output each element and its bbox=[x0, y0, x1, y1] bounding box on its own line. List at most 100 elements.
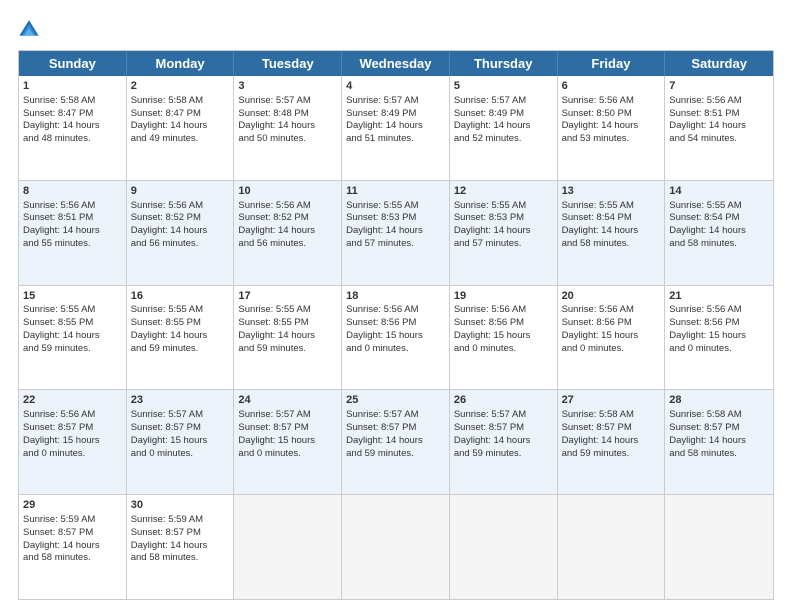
day-info-line: Sunset: 8:55 PM bbox=[238, 317, 337, 330]
day-info-line: and 59 minutes. bbox=[454, 448, 553, 461]
day-info-line: Sunrise: 5:56 AM bbox=[669, 95, 769, 108]
day-info-line: Sunrise: 5:56 AM bbox=[562, 304, 661, 317]
day-number: 3 bbox=[238, 79, 337, 94]
day-info-line: Sunrise: 5:56 AM bbox=[23, 409, 122, 422]
day-number: 20 bbox=[562, 289, 661, 304]
cal-day-empty bbox=[665, 495, 773, 599]
day-info-line: Sunrise: 5:56 AM bbox=[131, 200, 230, 213]
day-info-line: Sunrise: 5:59 AM bbox=[131, 514, 230, 527]
header-day-thursday: Thursday bbox=[450, 51, 558, 76]
day-info-line: Sunset: 8:57 PM bbox=[23, 422, 122, 435]
cal-day-5: 5Sunrise: 5:57 AMSunset: 8:49 PMDaylight… bbox=[450, 76, 558, 180]
day-info-line: Sunset: 8:49 PM bbox=[454, 108, 553, 121]
day-info-line: Sunset: 8:48 PM bbox=[238, 108, 337, 121]
day-info-line: Sunset: 8:56 PM bbox=[562, 317, 661, 330]
day-info-line: Sunrise: 5:55 AM bbox=[346, 200, 445, 213]
day-number: 15 bbox=[23, 289, 122, 304]
day-number: 28 bbox=[669, 393, 769, 408]
day-number: 12 bbox=[454, 184, 553, 199]
day-info-line: Sunset: 8:57 PM bbox=[346, 422, 445, 435]
day-info-line: and 0 minutes. bbox=[562, 343, 661, 356]
day-info-line: Sunrise: 5:55 AM bbox=[454, 200, 553, 213]
cal-day-3: 3Sunrise: 5:57 AMSunset: 8:48 PMDaylight… bbox=[234, 76, 342, 180]
day-info-line: and 0 minutes. bbox=[346, 343, 445, 356]
day-info-line: Sunrise: 5:58 AM bbox=[669, 409, 769, 422]
day-info-line: Daylight: 14 hours bbox=[562, 435, 661, 448]
day-info-line: Daylight: 14 hours bbox=[454, 225, 553, 238]
cal-week-2: 8Sunrise: 5:56 AMSunset: 8:51 PMDaylight… bbox=[19, 181, 773, 286]
day-info-line: Sunrise: 5:57 AM bbox=[454, 409, 553, 422]
day-info-line: Daylight: 14 hours bbox=[23, 120, 122, 133]
day-number: 22 bbox=[23, 393, 122, 408]
header-day-tuesday: Tuesday bbox=[234, 51, 342, 76]
day-info-line: Sunset: 8:51 PM bbox=[669, 108, 769, 121]
day-info-line: Sunset: 8:57 PM bbox=[131, 422, 230, 435]
day-info-line: Daylight: 15 hours bbox=[131, 435, 230, 448]
cal-day-17: 17Sunrise: 5:55 AMSunset: 8:55 PMDayligh… bbox=[234, 286, 342, 390]
day-info-line: and 52 minutes. bbox=[454, 133, 553, 146]
day-info-line: Sunset: 8:57 PM bbox=[454, 422, 553, 435]
day-number: 25 bbox=[346, 393, 445, 408]
cal-day-18: 18Sunrise: 5:56 AMSunset: 8:56 PMDayligh… bbox=[342, 286, 450, 390]
day-info-line: Daylight: 14 hours bbox=[669, 225, 769, 238]
day-info-line: Sunrise: 5:55 AM bbox=[669, 200, 769, 213]
day-info-line: and 59 minutes. bbox=[346, 448, 445, 461]
day-info-line: Sunset: 8:55 PM bbox=[131, 317, 230, 330]
day-info-line: Sunset: 8:52 PM bbox=[131, 212, 230, 225]
day-info-line: and 56 minutes. bbox=[238, 238, 337, 251]
day-info-line: Daylight: 14 hours bbox=[346, 120, 445, 133]
day-number: 13 bbox=[562, 184, 661, 199]
cal-day-empty bbox=[234, 495, 342, 599]
day-number: 29 bbox=[23, 498, 122, 513]
day-info-line: Daylight: 15 hours bbox=[562, 330, 661, 343]
day-info-line: and 57 minutes. bbox=[346, 238, 445, 251]
day-info-line: Sunset: 8:56 PM bbox=[454, 317, 553, 330]
cal-day-12: 12Sunrise: 5:55 AMSunset: 8:53 PMDayligh… bbox=[450, 181, 558, 285]
header bbox=[18, 18, 774, 40]
cal-day-27: 27Sunrise: 5:58 AMSunset: 8:57 PMDayligh… bbox=[558, 390, 666, 494]
day-number: 2 bbox=[131, 79, 230, 94]
day-info-line: Sunset: 8:50 PM bbox=[562, 108, 661, 121]
calendar-body: 1Sunrise: 5:58 AMSunset: 8:47 PMDaylight… bbox=[19, 76, 773, 599]
day-info-line: Sunset: 8:49 PM bbox=[346, 108, 445, 121]
cal-week-4: 22Sunrise: 5:56 AMSunset: 8:57 PMDayligh… bbox=[19, 390, 773, 495]
cal-day-10: 10Sunrise: 5:56 AMSunset: 8:52 PMDayligh… bbox=[234, 181, 342, 285]
day-info-line: Daylight: 15 hours bbox=[669, 330, 769, 343]
header-day-wednesday: Wednesday bbox=[342, 51, 450, 76]
cal-week-3: 15Sunrise: 5:55 AMSunset: 8:55 PMDayligh… bbox=[19, 286, 773, 391]
day-number: 27 bbox=[562, 393, 661, 408]
day-info-line: Sunrise: 5:56 AM bbox=[238, 200, 337, 213]
day-info-line: Sunrise: 5:58 AM bbox=[131, 95, 230, 108]
day-number: 23 bbox=[131, 393, 230, 408]
cal-day-15: 15Sunrise: 5:55 AMSunset: 8:55 PMDayligh… bbox=[19, 286, 127, 390]
day-info-line: Sunset: 8:54 PM bbox=[669, 212, 769, 225]
day-info-line: and 59 minutes. bbox=[23, 343, 122, 356]
day-info-line: and 48 minutes. bbox=[23, 133, 122, 146]
day-info-line: and 49 minutes. bbox=[131, 133, 230, 146]
day-number: 4 bbox=[346, 79, 445, 94]
day-number: 24 bbox=[238, 393, 337, 408]
cal-day-9: 9Sunrise: 5:56 AMSunset: 8:52 PMDaylight… bbox=[127, 181, 235, 285]
cal-day-24: 24Sunrise: 5:57 AMSunset: 8:57 PMDayligh… bbox=[234, 390, 342, 494]
cal-day-30: 30Sunrise: 5:59 AMSunset: 8:57 PMDayligh… bbox=[127, 495, 235, 599]
day-info-line: Sunrise: 5:58 AM bbox=[562, 409, 661, 422]
day-info-line: Sunset: 8:52 PM bbox=[238, 212, 337, 225]
cal-day-4: 4Sunrise: 5:57 AMSunset: 8:49 PMDaylight… bbox=[342, 76, 450, 180]
day-info-line: Daylight: 14 hours bbox=[346, 225, 445, 238]
day-number: 10 bbox=[238, 184, 337, 199]
day-info-line: Sunset: 8:47 PM bbox=[131, 108, 230, 121]
day-info-line: Sunrise: 5:55 AM bbox=[131, 304, 230, 317]
day-info-line: Sunset: 8:51 PM bbox=[23, 212, 122, 225]
cal-day-empty bbox=[342, 495, 450, 599]
cal-day-1: 1Sunrise: 5:58 AMSunset: 8:47 PMDaylight… bbox=[19, 76, 127, 180]
day-number: 1 bbox=[23, 79, 122, 94]
day-info-line: Sunrise: 5:57 AM bbox=[238, 95, 337, 108]
cal-day-16: 16Sunrise: 5:55 AMSunset: 8:55 PMDayligh… bbox=[127, 286, 235, 390]
day-info-line: Daylight: 14 hours bbox=[669, 435, 769, 448]
day-number: 7 bbox=[669, 79, 769, 94]
day-number: 19 bbox=[454, 289, 553, 304]
day-info-line: Daylight: 14 hours bbox=[23, 225, 122, 238]
day-info-line: Sunset: 8:53 PM bbox=[454, 212, 553, 225]
cal-day-20: 20Sunrise: 5:56 AMSunset: 8:56 PMDayligh… bbox=[558, 286, 666, 390]
day-number: 9 bbox=[131, 184, 230, 199]
